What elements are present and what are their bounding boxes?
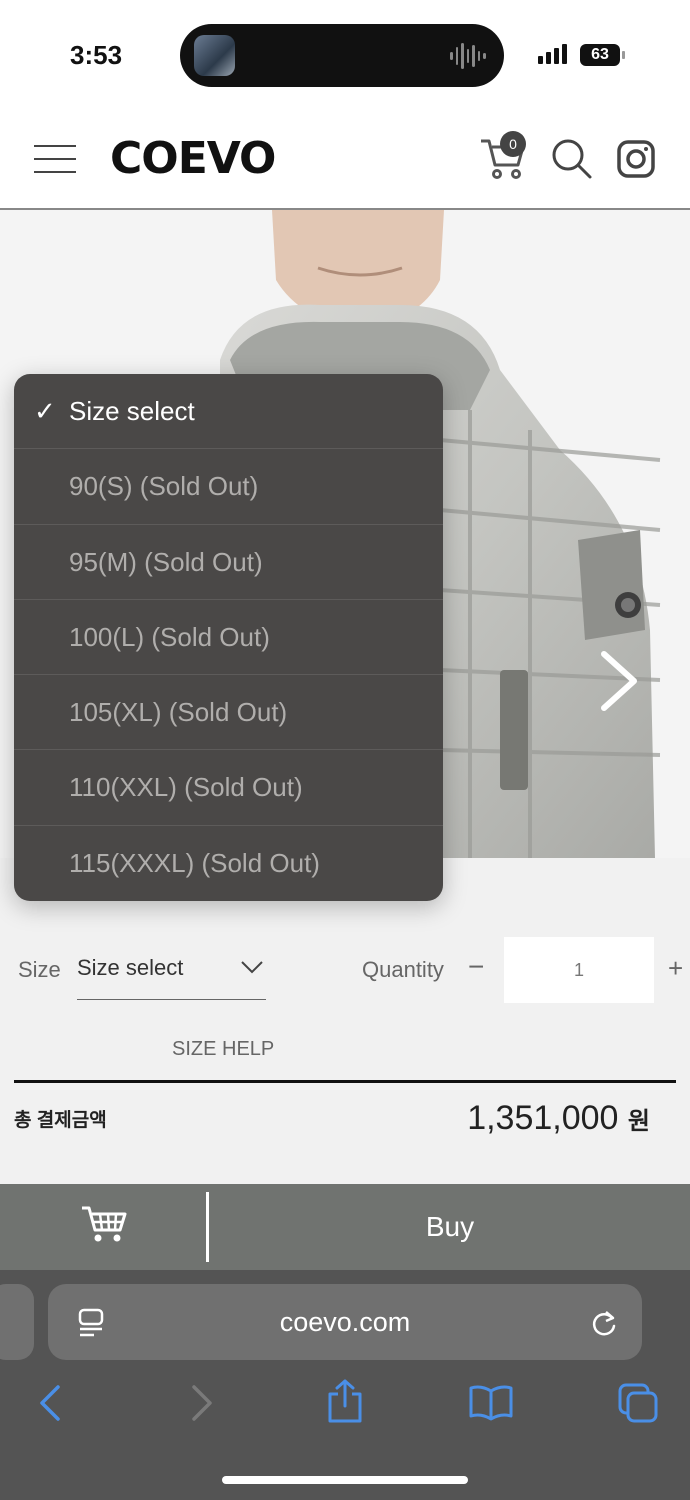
size-option-label: 115(XXXL) (Sold Out) xyxy=(69,847,320,878)
page-menu-icon[interactable] xyxy=(78,1308,106,1343)
size-option-label: 90(S) (Sold Out) xyxy=(69,471,259,502)
checkmark-icon: ✓ xyxy=(34,396,56,426)
buy-button[interactable]: Buy xyxy=(210,1184,690,1270)
size-option-105[interactable]: 105(XL) (Sold Out) xyxy=(14,675,443,751)
size-option-100[interactable]: 100(L) (Sold Out) xyxy=(14,600,443,676)
size-label: Size xyxy=(18,957,61,982)
site-header: COEVO 0 xyxy=(0,105,690,210)
browser-toolbar: coevo.com xyxy=(0,1270,690,1500)
size-option-label: 100(L) (Sold Out) xyxy=(69,621,270,652)
size-help-link[interactable]: SIZE HELP xyxy=(172,1038,274,1061)
size-option-label: 95(M) (Sold Out) xyxy=(69,546,263,577)
site-logo[interactable]: COEVO xyxy=(110,133,276,184)
size-option-90[interactable]: 90(S) (Sold Out) xyxy=(14,449,443,525)
next-image-arrow-icon[interactable] xyxy=(596,648,642,719)
battery-icon: 63 xyxy=(580,44,625,66)
total-currency: 원 xyxy=(627,1108,650,1135)
size-option-label: 105(XL) (Sold Out) xyxy=(69,697,288,728)
divider xyxy=(14,1080,676,1083)
forward-icon[interactable] xyxy=(190,1383,214,1428)
shopping-cart-icon xyxy=(82,1206,127,1242)
status-bar: 3:53 63 xyxy=(0,0,690,105)
cart-count-badge: 0 xyxy=(500,131,526,157)
tabs-icon[interactable] xyxy=(618,1383,660,1430)
cellular-signal-icon xyxy=(538,44,567,64)
add-to-cart-button[interactable] xyxy=(80,1202,128,1249)
size-dropdown-menu: ✓ Size select 90(S) (Sold Out) 95(M) (So… xyxy=(14,374,443,901)
menu-icon[interactable] xyxy=(34,145,76,173)
quantity-decrease-button[interactable]: − xyxy=(468,951,484,983)
total-amount-value: 1,351,000 xyxy=(467,1099,619,1137)
size-option-110[interactable]: 110(XXL) (Sold Out) xyxy=(14,750,443,826)
buy-bar: Buy xyxy=(0,1184,690,1270)
audio-waveform-icon xyxy=(450,42,487,70)
now-playing-artwork xyxy=(194,35,235,76)
size-option-95[interactable]: 95(M) (Sold Out) xyxy=(14,525,443,600)
dynamic-island[interactable] xyxy=(180,24,504,87)
url-text: coevo.com xyxy=(279,1307,411,1337)
search-icon[interactable] xyxy=(550,137,594,186)
size-option-115[interactable]: 115(XXXL) (Sold Out) xyxy=(14,826,443,901)
size-option-size-select[interactable]: ✓ Size select xyxy=(14,374,443,450)
total-label: 총 결제금액 xyxy=(14,1110,107,1131)
size-option-label: 110(XXL) (Sold Out) xyxy=(69,772,303,803)
bookmarks-icon[interactable] xyxy=(468,1385,514,1426)
status-time: 3:53 xyxy=(70,40,123,70)
quantity-input[interactable]: 1 xyxy=(504,937,654,1003)
chevron-down-icon xyxy=(240,959,264,980)
total-amount: 1,351,000 원 xyxy=(467,1099,650,1138)
quantity-increase-button[interactable]: + xyxy=(668,953,683,984)
share-icon[interactable] xyxy=(326,1378,364,1429)
quantity-label: Quantity xyxy=(362,957,444,982)
address-bar[interactable]: coevo.com xyxy=(48,1284,642,1360)
instagram-icon[interactable] xyxy=(616,139,656,184)
size-option-label: Size select xyxy=(69,396,195,426)
divider xyxy=(206,1192,209,1262)
previous-tab[interactable] xyxy=(0,1284,34,1360)
size-select-value: Size select xyxy=(77,955,184,980)
product-options: Size Size select Quantity − 1 + SIZE HEL… xyxy=(0,901,690,1184)
reload-icon[interactable] xyxy=(590,1308,618,1343)
home-indicator[interactable] xyxy=(222,1476,468,1484)
back-icon[interactable] xyxy=(38,1383,62,1428)
size-select[interactable]: Size select xyxy=(77,951,266,1000)
